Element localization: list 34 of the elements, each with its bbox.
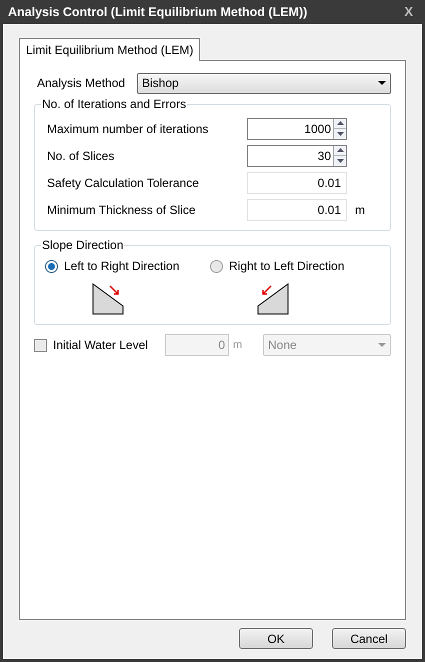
unit-label: m (355, 202, 365, 218)
field-label: Maximum number of iterations (47, 120, 210, 138)
slope-icon (257, 283, 289, 315)
number-field[interactable]: 0.01 (247, 172, 347, 194)
radio-button[interactable] (210, 260, 223, 272)
up-arrow-icon (336, 121, 344, 126)
field-label: No. of Slices (47, 148, 116, 164)
slope-icon (92, 283, 124, 315)
group-title: Slope Direction (41, 238, 124, 252)
number-field[interactable]: 30 (247, 144, 347, 166)
down-arrow-icon (336, 132, 344, 136)
dialog-button[interactable]: OK (239, 628, 313, 649)
radio-button[interactable] (45, 260, 58, 272)
up-arrow-icon (336, 148, 344, 152)
spin-buttons[interactable] (333, 118, 346, 138)
close-button[interactable]: X (400, 2, 417, 22)
number-field[interactable]: 1000 (247, 118, 347, 140)
window-title: Analysis Control (Limit Equilibrium Method (LEM)) (8, 4, 308, 21)
number-field[interactable]: 0.01 (247, 198, 347, 220)
unit-label: m (233, 338, 244, 353)
caret-icon (378, 343, 386, 347)
checkbox-label: Initial Water Level (53, 337, 149, 354)
tab[interactable]: Limit Equilibrium Method (LEM) (19, 38, 200, 61)
spin-buttons[interactable] (333, 146, 346, 166)
field-label: Minimum Thickness of Slice (47, 202, 196, 218)
analysis-method-dropdown[interactable]: Bishop (137, 72, 391, 94)
field-label: Analysis Method (36, 75, 126, 92)
field-label: Safety Calculation Tolerance (47, 174, 200, 192)
group-title: No. of Iterations and Errors (41, 97, 188, 111)
dialog-button[interactable]: Cancel (332, 628, 406, 649)
radio-option[interactable]: Right to Left Direction (210, 258, 375, 274)
down-arrow-icon (336, 158, 344, 163)
radio-option[interactable]: Left to Right Direction (45, 258, 210, 274)
caret-icon (378, 81, 386, 85)
